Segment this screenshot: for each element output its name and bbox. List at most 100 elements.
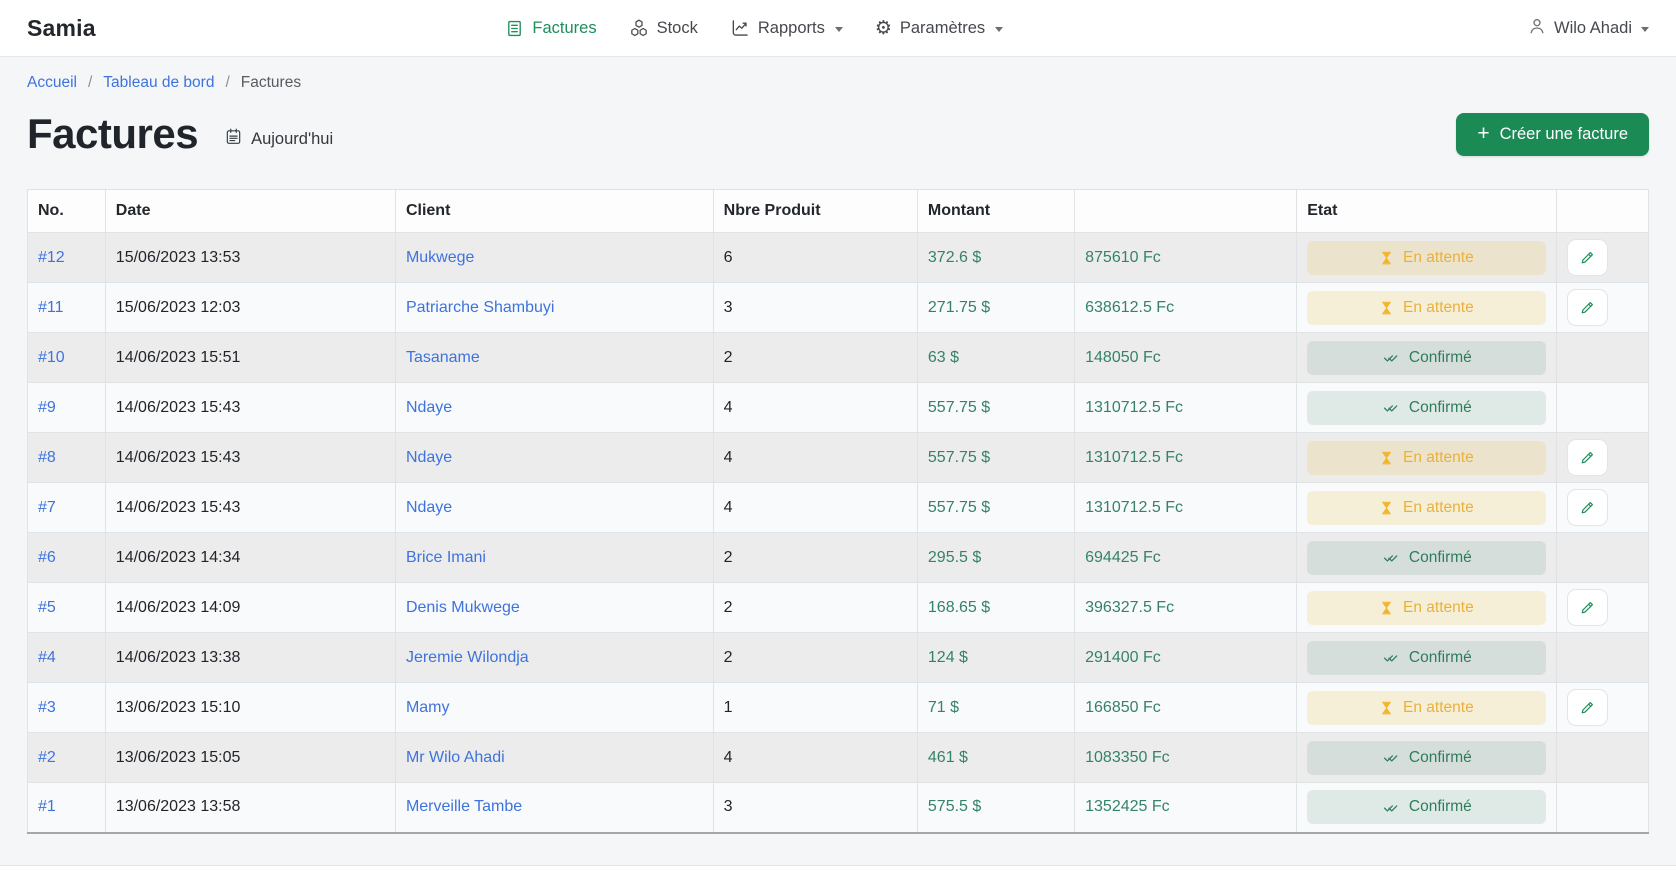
plus-icon: + — [1477, 123, 1489, 144]
user-menu[interactable]: Wilo Ahadi — [1527, 16, 1649, 41]
invoice-date: 14/06/2023 15:43 — [105, 483, 395, 533]
edit-button[interactable] — [1567, 239, 1608, 276]
calendar-icon — [224, 127, 243, 151]
invoice-date: 14/06/2023 14:09 — [105, 583, 395, 633]
client-link[interactable]: Jeremie Wilondja — [406, 649, 529, 666]
amount-fc: 1083350 Fc — [1075, 733, 1297, 783]
boxes-icon — [629, 18, 649, 38]
invoice-date: 14/06/2023 13:38 — [105, 633, 395, 683]
invoice-table-body: #12 15/06/2023 13:53 Mukwege 6 372.6 $ 8… — [28, 233, 1649, 833]
nav-item-label: Paramètres — [900, 19, 985, 38]
status-label: Confirmé — [1409, 399, 1472, 417]
invoice-number-link[interactable]: #2 — [38, 749, 56, 766]
client-link[interactable]: Ndaye — [406, 449, 452, 466]
table-row: #5 14/06/2023 14:09 Denis Mukwege 2 168.… — [28, 583, 1649, 633]
client-link[interactable]: Brice Imani — [406, 549, 486, 566]
amount-usd: 71 $ — [917, 683, 1074, 733]
table-row: #1 13/06/2023 13:58 Merveille Tambe 3 57… — [28, 783, 1649, 833]
edit-button[interactable] — [1567, 439, 1608, 476]
invoice-number-link[interactable]: #6 — [38, 549, 56, 566]
client-link[interactable]: Denis Mukwege — [406, 599, 520, 616]
product-count: 2 — [713, 633, 917, 683]
amount-fc: 1310712.5 Fc — [1075, 383, 1297, 433]
product-count: 4 — [713, 733, 917, 783]
client-link[interactable]: Mamy — [406, 699, 450, 716]
invoice-number-link[interactable]: #7 — [38, 499, 56, 516]
nav-item-factures[interactable]: Factures — [505, 19, 596, 38]
breadcrumb-link-tableau-de-bord[interactable]: Tableau de bord — [103, 74, 214, 92]
status-badge: En attente — [1307, 491, 1545, 525]
invoice-number-link[interactable]: #9 — [38, 399, 56, 416]
status-badge: En attente — [1307, 241, 1545, 275]
invoice-date: 14/06/2023 15:51 — [105, 333, 395, 383]
status-label: Confirmé — [1409, 649, 1472, 667]
amount-usd: 557.75 $ — [917, 483, 1074, 533]
client-link[interactable]: Patriarche Shambuyi — [406, 299, 555, 316]
chevron-down-icon — [835, 27, 843, 32]
product-count: 3 — [713, 283, 917, 333]
create-invoice-button[interactable]: + Créer une facture — [1456, 113, 1649, 156]
table-row: #4 14/06/2023 13:38 Jeremie Wilondja 2 1… — [28, 633, 1649, 683]
invoice-number-link[interactable]: #4 — [38, 649, 56, 666]
client-link[interactable]: Mukwege — [406, 249, 474, 266]
amount-usd: 271.75 $ — [917, 283, 1074, 333]
amount-usd: 557.75 $ — [917, 433, 1074, 483]
top-navbar: Samia Factures Stock — [0, 0, 1676, 57]
client-link[interactable]: Tasaname — [406, 349, 480, 366]
double-check-icon — [1381, 350, 1400, 365]
invoice-number-link[interactable]: #10 — [38, 349, 65, 366]
breadcrumb-current: Factures — [241, 74, 301, 92]
brand-logo[interactable]: Samia — [27, 15, 96, 42]
header-amount-fc — [1075, 190, 1297, 233]
edit-button[interactable] — [1567, 489, 1608, 526]
status-badge: En attente — [1307, 691, 1545, 725]
invoice-date: 15/06/2023 12:03 — [105, 283, 395, 333]
table-row: #2 13/06/2023 15:05 Mr Wilo Ahadi 4 461 … — [28, 733, 1649, 783]
invoice-number-link[interactable]: #8 — [38, 449, 56, 466]
hourglass-icon — [1379, 450, 1394, 466]
amount-usd: 557.75 $ — [917, 383, 1074, 433]
invoice-number-link[interactable]: #5 — [38, 599, 56, 616]
date-filter[interactable]: Aujourd'hui — [224, 127, 333, 151]
chevron-down-icon — [1641, 27, 1649, 32]
status-label: En attente — [1403, 499, 1474, 517]
header-date: Date — [105, 190, 395, 233]
edit-button[interactable] — [1567, 589, 1608, 626]
status-badge: Confirmé — [1307, 391, 1545, 425]
amount-usd: 295.5 $ — [917, 533, 1074, 583]
amount-fc: 638612.5 Fc — [1075, 283, 1297, 333]
header-product-count: Nbre Produit — [713, 190, 917, 233]
product-count: 2 — [713, 533, 917, 583]
page-header: Factures Aujourd'hui + Créer une facture — [27, 110, 1649, 158]
nav-item-stock[interactable]: Stock — [629, 18, 698, 38]
invoices-table: No. Date Client Nbre Produit Montant Eta… — [27, 189, 1649, 834]
product-count: 4 — [713, 383, 917, 433]
page-title: Factures — [27, 110, 198, 158]
breadcrumb-separator: / — [88, 74, 92, 92]
invoice-number-link[interactable]: #12 — [38, 249, 65, 266]
table-row: #9 14/06/2023 15:43 Ndaye 4 557.75 $ 131… — [28, 383, 1649, 433]
edit-button[interactable] — [1567, 689, 1608, 726]
client-link[interactable]: Ndaye — [406, 499, 452, 516]
client-link[interactable]: Ndaye — [406, 399, 452, 416]
status-label: Confirmé — [1409, 798, 1472, 816]
product-count: 1 — [713, 683, 917, 733]
nav-item-parametres[interactable]: ⚙ Paramètres — [875, 19, 1003, 38]
status-badge: Confirmé — [1307, 790, 1545, 824]
table-row: #6 14/06/2023 14:34 Brice Imani 2 295.5 … — [28, 533, 1649, 583]
edit-button[interactable] — [1567, 289, 1608, 326]
invoice-number-link[interactable]: #1 — [38, 798, 56, 815]
client-link[interactable]: Merveille Tambe — [406, 798, 522, 815]
product-count: 2 — [713, 333, 917, 383]
table-row: #3 13/06/2023 15:10 Mamy 1 71 $ 166850 F… — [28, 683, 1649, 733]
invoice-number-link[interactable]: #11 — [38, 299, 64, 316]
client-link[interactable]: Mr Wilo Ahadi — [406, 749, 505, 766]
invoice-number-link[interactable]: #3 — [38, 699, 56, 716]
nav-item-rapports[interactable]: Rapports — [730, 18, 843, 38]
status-badge: En attente — [1307, 441, 1545, 475]
table-header-row: No. Date Client Nbre Produit Montant Eta… — [28, 190, 1649, 233]
status-label: En attente — [1403, 599, 1474, 617]
breadcrumb-link-accueil[interactable]: Accueil — [27, 74, 77, 92]
page-content: Accueil / Tableau de bord / Factures Fac… — [0, 74, 1676, 834]
invoice-date: 14/06/2023 14:34 — [105, 533, 395, 583]
